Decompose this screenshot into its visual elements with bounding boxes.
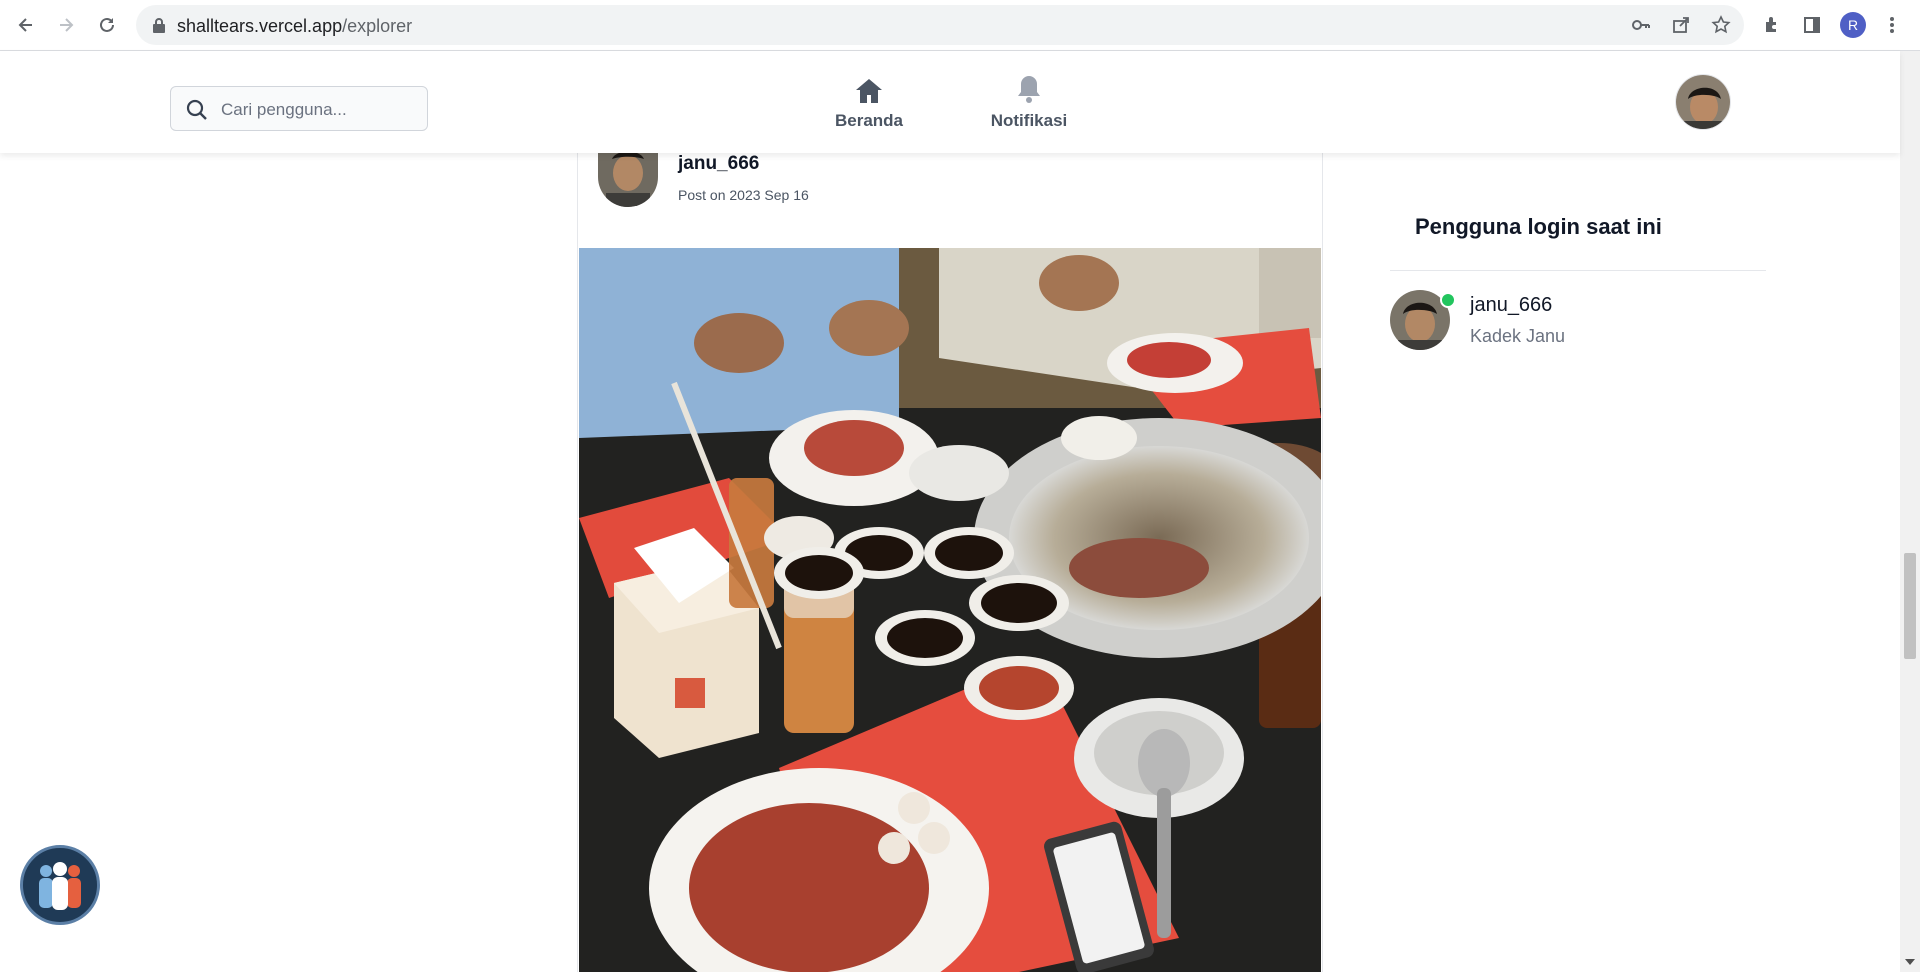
reload-icon xyxy=(100,17,114,32)
reload-button[interactable] xyxy=(93,11,121,39)
arrow-left-icon xyxy=(18,18,32,32)
browser-toolbar: shalltears.vercel.app/explorer R xyxy=(0,0,1920,51)
search-input[interactable] xyxy=(219,95,423,124)
arrow-right-icon xyxy=(60,18,74,32)
sidebar-divider xyxy=(1390,270,1766,271)
post-image[interactable] xyxy=(579,248,1321,972)
back-button[interactable] xyxy=(12,11,40,39)
scroll-down-arrow-icon xyxy=(1905,959,1915,965)
share-icon[interactable] xyxy=(1671,15,1691,35)
menu-dots-icon[interactable] xyxy=(1880,13,1904,37)
floating-users-button[interactable] xyxy=(20,845,100,925)
nav-notifikasi[interactable]: Notifikasi xyxy=(974,69,1084,141)
lock-icon xyxy=(153,18,165,33)
address-bar[interactable]: shalltears.vercel.app/explorer xyxy=(136,5,1744,45)
app-header: Beranda Notifikasi xyxy=(0,51,1900,153)
users-group-icon xyxy=(39,862,81,910)
page-scrollbar[interactable] xyxy=(1900,51,1920,972)
side-panel-icon[interactable] xyxy=(1800,13,1824,37)
post-card: janu_666 Post on 2023 Sep 16 xyxy=(577,153,1323,972)
online-user-username[interactable]: janu_666 xyxy=(1470,294,1552,317)
nav-beranda[interactable]: Beranda xyxy=(814,69,924,141)
profile-avatar[interactable]: R xyxy=(1840,12,1866,38)
online-user-item[interactable]: janu_666 Kadek Janu xyxy=(1390,290,1766,354)
nav-notifikasi-label: Notifikasi xyxy=(990,111,1068,130)
search-box[interactable] xyxy=(170,86,428,131)
url-text: shalltears.vercel.app/explorer xyxy=(177,16,413,36)
user-avatar[interactable] xyxy=(1675,74,1731,130)
nav-beranda-label: Beranda xyxy=(834,111,904,130)
online-user-fullname: Kadek Janu xyxy=(1470,326,1566,346)
post-username[interactable]: janu_666 xyxy=(678,153,759,175)
scrollbar-thumb[interactable] xyxy=(1904,553,1916,659)
search-icon xyxy=(186,99,207,120)
bell-icon xyxy=(1018,76,1040,103)
forward-button[interactable] xyxy=(52,11,80,39)
key-icon[interactable] xyxy=(1631,15,1651,35)
home-icon xyxy=(856,79,882,103)
extensions-icon[interactable] xyxy=(1760,13,1784,37)
online-status-indicator xyxy=(1440,292,1456,308)
post-author-avatar[interactable] xyxy=(598,153,658,207)
star-icon[interactable] xyxy=(1711,15,1731,35)
post-date: Post on 2023 Sep 16 xyxy=(678,187,809,203)
online-users-title: Pengguna login saat ini xyxy=(1415,214,1662,239)
